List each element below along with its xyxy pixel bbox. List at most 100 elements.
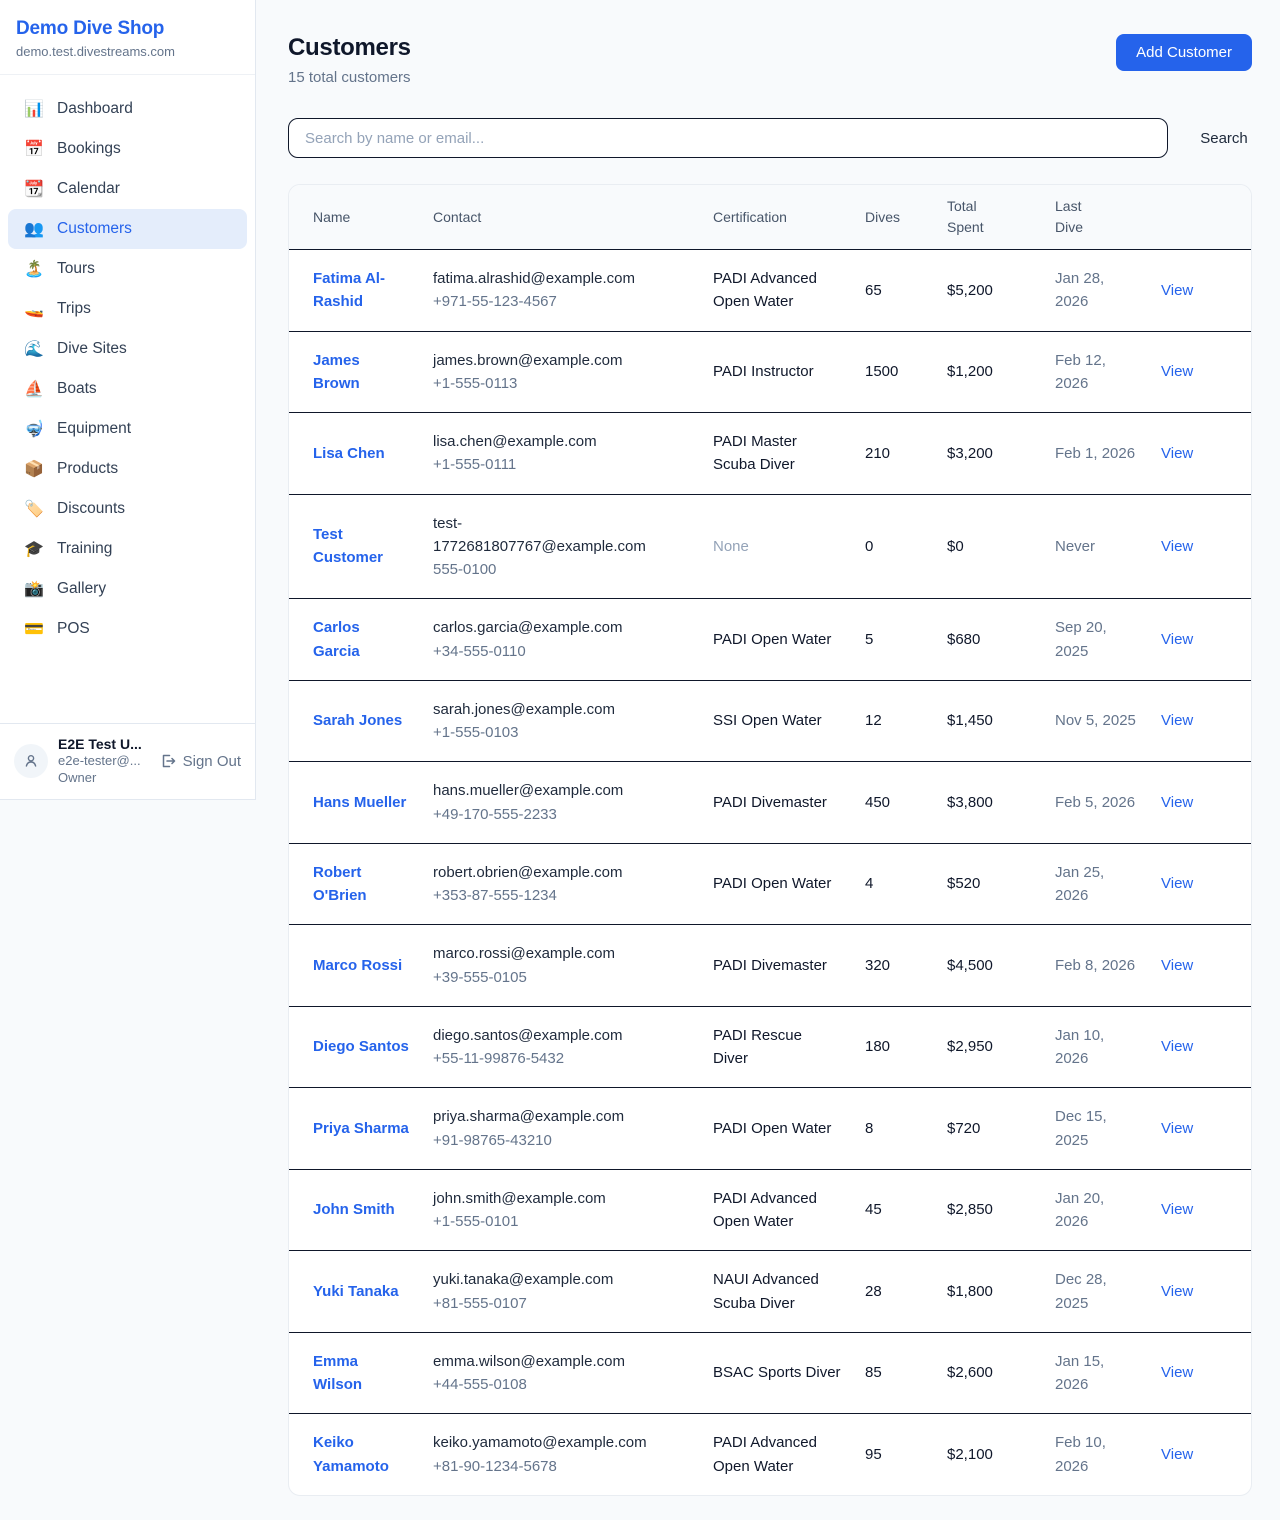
customer-name-link[interactable]: Emma Wilson xyxy=(313,1350,409,1397)
table-row: Diego Santos diego.santos@example.com +5… xyxy=(289,1006,1252,1088)
customer-name-link[interactable]: Robert O'Brien xyxy=(313,861,409,908)
customer-dives: 320 xyxy=(853,925,935,1007)
customer-phone: +1-555-0111 xyxy=(433,453,689,476)
customer-email: keiko.yamamoto@example.com xyxy=(433,1431,647,1454)
view-link[interactable]: View xyxy=(1161,282,1193,299)
customer-certification: None xyxy=(713,535,749,558)
sidebar-item-products[interactable]: 📦 Products xyxy=(8,449,247,489)
view-link[interactable]: View xyxy=(1161,1364,1193,1381)
customer-dives: 65 xyxy=(853,250,935,332)
view-link[interactable]: View xyxy=(1161,1446,1193,1463)
table-row: Marco Rossi marco.rossi@example.com +39-… xyxy=(289,925,1252,1007)
sidebar-item-label: Tours xyxy=(57,260,95,278)
customer-certification: PADI Open Water xyxy=(713,872,831,895)
sidebar-item-trips[interactable]: 🚤 Trips xyxy=(8,289,247,329)
customer-certification: PADI Divemaster xyxy=(713,954,827,977)
customer-dives: 8 xyxy=(853,1088,935,1170)
sidebar-item-training[interactable]: 🎓 Training xyxy=(8,529,247,569)
sidebar-item-discounts[interactable]: 🏷️ Discounts xyxy=(8,489,247,529)
sidebar: Demo Dive Shop demo.test.divestreams.com… xyxy=(0,0,256,800)
user-role: Owner xyxy=(58,769,150,787)
customer-name-link[interactable]: James Brown xyxy=(313,349,409,396)
customer-last-dive: Jan 10, 2026 xyxy=(1055,1024,1137,1071)
customer-name-link[interactable]: Marco Rossi xyxy=(313,954,402,977)
column-header-name: Name xyxy=(289,185,421,250)
customer-email: john.smith@example.com xyxy=(433,1187,647,1210)
view-link[interactable]: View xyxy=(1161,1201,1193,1218)
customer-certification: NAUI Advanced Scuba Diver xyxy=(713,1268,841,1315)
calendar-icon: 📆 xyxy=(24,179,44,199)
view-link[interactable]: View xyxy=(1161,1283,1193,1300)
customer-last-dive: Feb 5, 2026 xyxy=(1055,791,1135,814)
column-header-dives: Dives xyxy=(853,185,935,250)
table-row: Robert O'Brien robert.obrien@example.com… xyxy=(289,843,1252,925)
customer-certification: PADI Rescue Diver xyxy=(713,1024,841,1071)
search-input[interactable] xyxy=(288,118,1168,158)
view-link[interactable]: View xyxy=(1161,794,1193,811)
customer-name-link[interactable]: Carlos Garcia xyxy=(313,616,409,663)
customer-dives: 45 xyxy=(853,1169,935,1251)
sidebar-item-pos[interactable]: 💳 POS xyxy=(8,609,247,649)
view-link[interactable]: View xyxy=(1161,712,1193,729)
tours-icon: 🏝️ xyxy=(24,259,44,279)
table-row: Yuki Tanaka yuki.tanaka@example.com +81-… xyxy=(289,1251,1252,1333)
customer-name-link[interactable]: Fatima Al-Rashid xyxy=(313,267,409,314)
customer-phone: +1-555-0113 xyxy=(433,372,689,395)
customer-total-spent: $5,200 xyxy=(935,250,1043,332)
customer-dives: 450 xyxy=(853,762,935,844)
sidebar-item-label: POS xyxy=(57,620,90,638)
sidebar-item-customers[interactable]: 👥 Customers xyxy=(8,209,247,249)
sidebar-item-dashboard[interactable]: 📊 Dashboard xyxy=(8,89,247,129)
customer-name-link[interactable]: Sarah Jones xyxy=(313,709,402,732)
customer-total-spent: $1,200 xyxy=(935,331,1043,413)
customer-name-link[interactable]: Keiko Yamamoto xyxy=(313,1431,409,1478)
sidebar-item-label: Calendar xyxy=(57,180,120,198)
view-link[interactable]: View xyxy=(1161,875,1193,892)
sidebar-item-dive-sites[interactable]: 🌊 Dive Sites xyxy=(8,329,247,369)
view-link[interactable]: View xyxy=(1161,957,1193,974)
sidebar-item-bookings[interactable]: 📅 Bookings xyxy=(8,129,247,169)
column-header-contact: Contact xyxy=(421,185,701,250)
customer-name-link[interactable]: Priya Sharma xyxy=(313,1117,409,1140)
customer-last-dive: Dec 15, 2025 xyxy=(1055,1105,1137,1152)
sidebar-item-calendar[interactable]: 📆 Calendar xyxy=(8,169,247,209)
sidebar-item-label: Training xyxy=(57,540,112,558)
sidebar-item-label: Discounts xyxy=(57,500,125,518)
customer-name-link[interactable]: Yuki Tanaka xyxy=(313,1280,399,1303)
view-link[interactable]: View xyxy=(1161,538,1193,555)
view-link[interactable]: View xyxy=(1161,363,1193,380)
customer-phone: +34-555-0110 xyxy=(433,640,689,663)
sidebar-item-equipment[interactable]: 🤿 Equipment xyxy=(8,409,247,449)
search-button[interactable]: Search xyxy=(1196,130,1252,147)
customer-last-dive: Never xyxy=(1055,535,1095,558)
customer-phone: 555-0100 xyxy=(433,558,689,581)
customer-dives: 1500 xyxy=(853,331,935,413)
customer-name-link[interactable]: John Smith xyxy=(313,1198,395,1221)
view-link[interactable]: View xyxy=(1161,1120,1193,1137)
sign-out-button[interactable]: Sign Out xyxy=(160,753,241,770)
customer-name-link[interactable]: Hans Mueller xyxy=(313,791,406,814)
customer-name-link[interactable]: Test Customer xyxy=(313,523,409,570)
sidebar-item-gallery[interactable]: 📸 Gallery xyxy=(8,569,247,609)
search-row: Search xyxy=(288,118,1252,158)
view-link[interactable]: View xyxy=(1161,445,1193,462)
customer-name-link[interactable]: Lisa Chen xyxy=(313,442,385,465)
add-customer-button[interactable]: Add Customer xyxy=(1116,34,1252,71)
view-link[interactable]: View xyxy=(1161,1038,1193,1055)
sidebar-item-tours[interactable]: 🏝️ Tours xyxy=(8,249,247,289)
table-row: Hans Mueller hans.mueller@example.com +4… xyxy=(289,762,1252,844)
user-email: e2e-tester@... xyxy=(58,752,150,770)
table-row: John Smith john.smith@example.com +1-555… xyxy=(289,1169,1252,1251)
customer-last-dive: Feb 8, 2026 xyxy=(1055,954,1135,977)
view-link[interactable]: View xyxy=(1161,631,1193,648)
user-section: E2E Test U... e2e-tester@... Owner Sign … xyxy=(0,723,255,799)
sidebar-item-boats[interactable]: ⛵ Boats xyxy=(8,369,247,409)
table-row: Fatima Al-Rashid fatima.alrashid@example… xyxy=(289,250,1252,332)
shop-domain: demo.test.divestreams.com xyxy=(16,44,239,59)
customer-email: priya.sharma@example.com xyxy=(433,1105,647,1128)
customer-dives: 180 xyxy=(853,1006,935,1088)
customer-last-dive: Feb 10, 2026 xyxy=(1055,1431,1137,1478)
sidebar-nav: 📊 Dashboard 📅 Bookings 📆 Calendar 👥 Cust… xyxy=(0,75,255,723)
customer-last-dive: Sep 20, 2025 xyxy=(1055,616,1137,663)
customer-name-link[interactable]: Diego Santos xyxy=(313,1035,409,1058)
